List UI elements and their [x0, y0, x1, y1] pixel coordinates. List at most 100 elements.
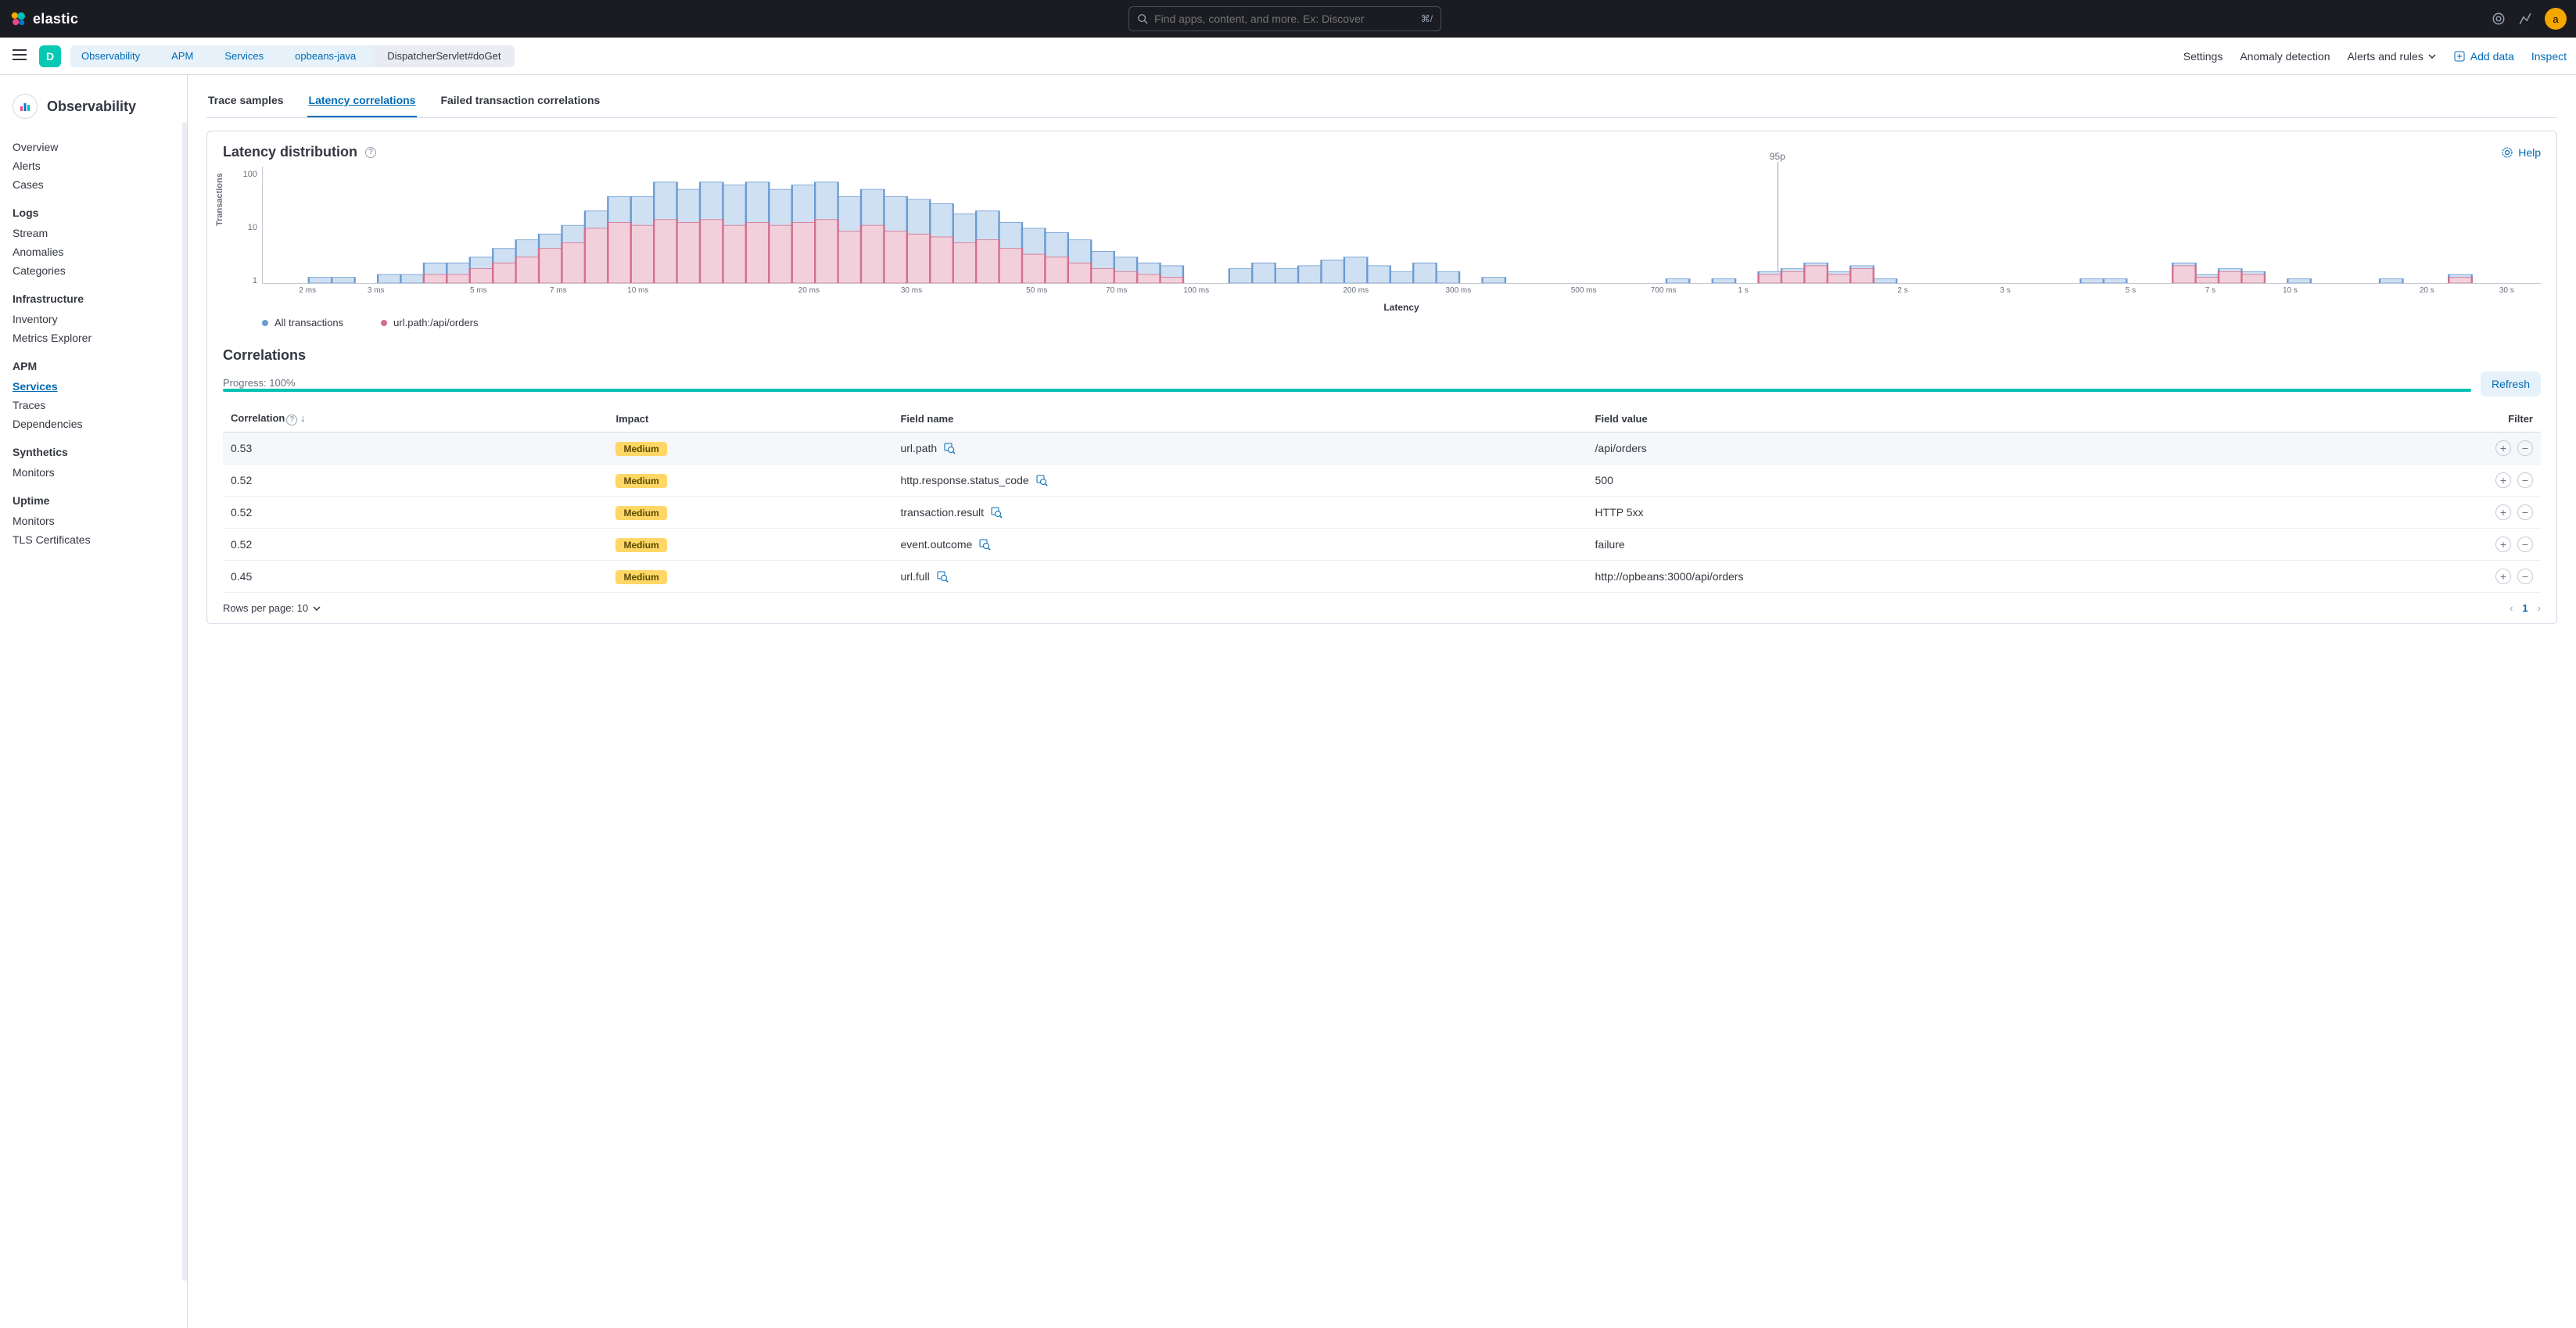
- add-data-link[interactable]: Add data: [2453, 50, 2514, 63]
- col-field-value[interactable]: Field value: [1588, 406, 2287, 432]
- filter-in-button[interactable]: +: [2495, 472, 2511, 488]
- nav-toggle-icon[interactable]: [9, 46, 30, 66]
- filter-out-button[interactable]: −: [2517, 472, 2533, 488]
- anomaly-detection-link[interactable]: Anomaly detection: [2240, 50, 2330, 63]
- sidebar-item-metrics-explorer[interactable]: Metrics Explorer: [13, 328, 174, 347]
- help-link[interactable]: Help: [2501, 146, 2541, 159]
- prev-page-button[interactable]: ‹: [2510, 602, 2513, 614]
- cell-field-value: /api/orders: [1588, 432, 2287, 465]
- brand-name: elastic: [33, 11, 78, 27]
- sidebar-item-cases[interactable]: Cases: [13, 175, 174, 194]
- integrations-icon[interactable]: [2518, 12, 2532, 26]
- inspect-icon[interactable]: [943, 442, 956, 454]
- filter-out-button[interactable]: −: [2517, 537, 2533, 552]
- panel-title: Latency distribution ?: [223, 144, 376, 160]
- sidebar: Observability OverviewAlertsCasesLogsStr…: [0, 75, 188, 1328]
- search-icon: [1137, 13, 1148, 24]
- cell-filter: +−: [2287, 497, 2541, 529]
- y-axis: Transactions 100 10 1: [223, 167, 262, 307]
- cell-correlation: 0.53: [223, 432, 608, 465]
- col-impact[interactable]: Impact: [608, 406, 892, 432]
- sidebar-item-dependencies[interactable]: Dependencies: [13, 415, 174, 433]
- x-axis-label: Latency: [262, 302, 2541, 313]
- sidebar-item-monitors[interactable]: Monitors: [13, 511, 174, 530]
- chart-bars: [262, 167, 2541, 284]
- chart-legend: All transactions url.path:/api/orders: [223, 317, 2541, 328]
- x-tick: 2 s: [1897, 286, 1907, 295]
- col-correlation[interactable]: Correlation? ↓: [223, 406, 608, 432]
- x-tick: 7 s: [2205, 286, 2215, 295]
- cell-field-name: url.path: [892, 432, 1587, 465]
- alerts-rules-dropdown[interactable]: Alerts and rules: [2348, 50, 2436, 63]
- rows-per-page-selector[interactable]: Rows per page: 10: [223, 602, 321, 614]
- x-tick: 30 s: [2499, 286, 2514, 295]
- legend-item[interactable]: url.path:/api/orders: [381, 317, 478, 328]
- sidebar-item-categories[interactable]: Categories: [13, 261, 174, 280]
- col-field-name[interactable]: Field name: [892, 406, 1587, 432]
- user-avatar[interactable]: a: [2545, 8, 2567, 30]
- sidebar-item-overview[interactable]: Overview: [13, 138, 174, 156]
- tabs: Trace samples Latency correlations Failed …: [206, 84, 2557, 118]
- cell-field-name: http.response.status_code: [892, 465, 1587, 497]
- filter-out-button[interactable]: −: [2517, 569, 2533, 584]
- help-icon: [2501, 146, 2513, 159]
- space-selector[interactable]: D: [39, 45, 61, 67]
- table-row[interactable]: 0.52Mediumevent.outcomefailure+−: [223, 529, 2541, 561]
- filter-in-button[interactable]: +: [2495, 504, 2511, 520]
- info-icon[interactable]: ?: [365, 147, 376, 158]
- filter-out-button[interactable]: −: [2517, 440, 2533, 456]
- sidebar-item-alerts[interactable]: Alerts: [13, 156, 174, 175]
- tab-trace-samples[interactable]: Trace samples: [206, 84, 285, 117]
- newsfeed-icon[interactable]: [2492, 12, 2506, 26]
- tab-latency-correlations[interactable]: Latency correlations: [307, 84, 418, 117]
- correlations-table: Correlation? ↓ Impact Field name Field v…: [223, 406, 2541, 593]
- sidebar-item-stream[interactable]: Stream: [13, 224, 174, 242]
- page-number[interactable]: 1: [2522, 602, 2528, 614]
- inspect-icon[interactable]: [978, 538, 991, 551]
- main-content: Trace samples Latency correlations Failed …: [188, 75, 2576, 1328]
- sidebar-item-tls-certificates[interactable]: TLS Certificates: [13, 530, 174, 549]
- inspect-icon[interactable]: [936, 570, 949, 583]
- breadcrumbs: ObservabilityAPMServicesopbeans-javaDisp…: [70, 45, 515, 67]
- table-row[interactable]: 0.52Mediumtransaction.resultHTTP 5xx+−: [223, 497, 2541, 529]
- filter-in-button[interactable]: +: [2495, 440, 2511, 456]
- inspect-icon[interactable]: [990, 506, 1003, 519]
- next-page-button[interactable]: ›: [2538, 602, 2541, 614]
- table-row[interactable]: 0.45Mediumurl.fullhttp://opbeans:3000/ap…: [223, 561, 2541, 593]
- x-tick: 300 ms: [1445, 286, 1471, 295]
- x-tick: 700 ms: [1651, 286, 1677, 295]
- cell-impact: Medium: [608, 465, 892, 497]
- filter-out-button[interactable]: −: [2517, 504, 2533, 520]
- sidebar-item-services[interactable]: Services: [13, 377, 174, 396]
- global-search[interactable]: ⌘/: [1128, 6, 1441, 31]
- info-icon[interactable]: ?: [286, 415, 297, 425]
- brand-logo[interactable]: elastic: [9, 10, 78, 27]
- cell-filter: +−: [2287, 529, 2541, 561]
- table-row[interactable]: 0.53Mediumurl.path/api/orders+−: [223, 432, 2541, 465]
- chevron-down-icon: [2428, 54, 2436, 59]
- legend-item[interactable]: All transactions: [262, 317, 343, 328]
- sidebar-item-anomalies[interactable]: Anomalies: [13, 242, 174, 261]
- sidebar-group-title: Logs: [13, 206, 174, 219]
- sidebar-item-monitors[interactable]: Monitors: [13, 463, 174, 482]
- x-tick: 3 s: [2000, 286, 2011, 295]
- filter-in-button[interactable]: +: [2495, 537, 2511, 552]
- x-tick: 50 ms: [1026, 286, 1047, 295]
- settings-link[interactable]: Settings: [2183, 50, 2223, 63]
- tab-failed-transaction-correlations[interactable]: Failed transaction correlations: [439, 84, 601, 117]
- cell-filter: +−: [2287, 465, 2541, 497]
- filter-in-button[interactable]: +: [2495, 569, 2511, 584]
- inspect-icon[interactable]: [1035, 474, 1048, 486]
- sidebar-item-inventory[interactable]: Inventory: [13, 310, 174, 328]
- breadcrumb-item[interactable]: Services: [207, 45, 278, 67]
- breadcrumb-item[interactable]: APM: [154, 45, 207, 67]
- sidebar-group-title: Infrastructure: [13, 293, 174, 305]
- breadcrumb-item[interactable]: Observability: [70, 45, 154, 67]
- table-row[interactable]: 0.52Mediumhttp.response.status_code500+−: [223, 465, 2541, 497]
- global-search-input[interactable]: [1154, 13, 1415, 25]
- cell-correlation: 0.52: [223, 497, 608, 529]
- sidebar-item-traces[interactable]: Traces: [13, 396, 174, 415]
- inspect-link[interactable]: Inspect: [2531, 50, 2567, 63]
- refresh-button[interactable]: Refresh: [2481, 371, 2541, 397]
- breadcrumb-item[interactable]: opbeans-java: [278, 45, 370, 67]
